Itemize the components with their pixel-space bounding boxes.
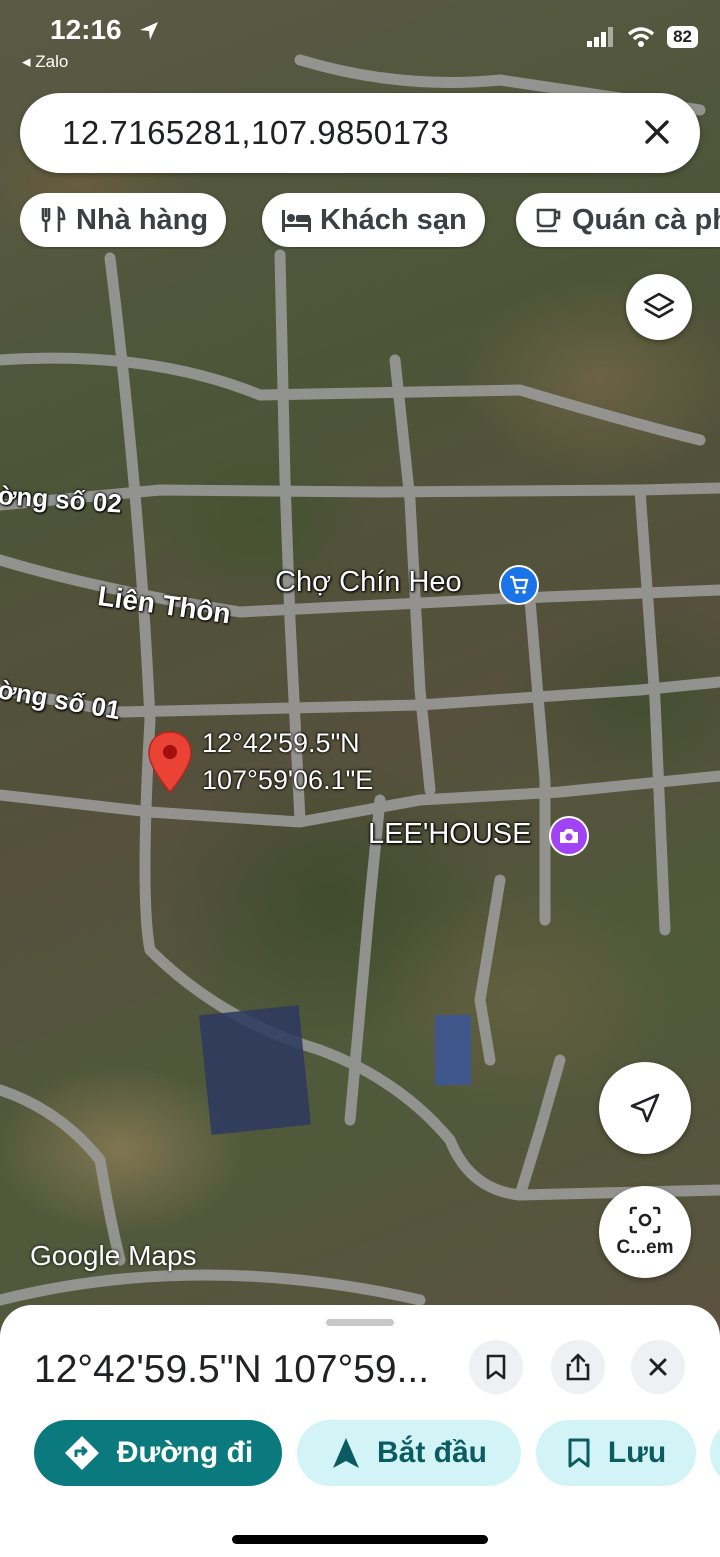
location-arrow-icon: [140, 22, 158, 40]
close-sheet-button[interactable]: [631, 1340, 685, 1394]
poi-label-market[interactable]: Chợ Chín Heo: [275, 566, 462, 599]
search-bar[interactable]: 12.7165281,107.9850173: [20, 93, 700, 173]
directions-button[interactable]: Đường đi: [34, 1420, 282, 1486]
start-label: Bắt đầu: [376, 1436, 487, 1469]
category-chips: Nhà hàng Khách sạn Quán cà phê: [20, 193, 720, 249]
restaurant-icon: [41, 205, 66, 232]
chip-restaurants[interactable]: Nhà hàng: [20, 193, 227, 247]
back-to-app-link[interactable]: ◂ Zalo: [22, 52, 68, 72]
search-query[interactable]: 12.7165281,107.9850173: [62, 114, 449, 152]
status-time: 12:16: [50, 14, 122, 45]
navigation-arrow-icon: [630, 1093, 660, 1123]
poi-marker-leehouse[interactable]: [549, 816, 589, 856]
share-button[interactable]: [551, 1340, 605, 1394]
layers-button[interactable]: [626, 274, 692, 340]
place-title: 12°42'59.5"N 107°59...: [34, 1348, 430, 1391]
camera-icon: [560, 829, 578, 843]
layers-icon: [643, 292, 675, 319]
more-actions-partial[interactable]: [710, 1420, 720, 1486]
save-icon-button[interactable]: [469, 1340, 523, 1394]
bookmark-icon: [568, 1438, 590, 1468]
shopping-cart-icon: [510, 575, 529, 594]
start-button[interactable]: Bắt đầu: [297, 1420, 521, 1486]
battery-level: 82: [667, 26, 698, 48]
close-icon: [649, 1358, 667, 1376]
close-icon[interactable]: [640, 115, 674, 149]
camera-search-icon: [629, 1206, 661, 1234]
pin-longitude: 107°59'06.1"E: [202, 765, 374, 795]
cafe-icon: [536, 208, 561, 233]
save-label: Lưu: [607, 1436, 667, 1469]
bookmark-icon: [486, 1354, 506, 1380]
lens-button[interactable]: C...em: [599, 1186, 691, 1278]
pin-latitude: 12°42'59.5"N: [202, 728, 360, 758]
poi-label-leehouse[interactable]: LEE'HOUSE: [368, 818, 531, 851]
my-location-button[interactable]: [599, 1062, 691, 1154]
wifi-icon: [627, 27, 655, 47]
chip-label: Quán cà phê: [572, 203, 720, 236]
chip-cafes[interactable]: Quán cà phê: [516, 193, 720, 247]
map-pin-icon[interactable]: [147, 730, 193, 794]
chip-label: Nhà hàng: [76, 203, 209, 236]
hotel-icon: [282, 210, 311, 232]
poi-marker-market[interactable]: [499, 565, 539, 605]
signal-icon: [587, 27, 614, 47]
save-button[interactable]: Lưu: [536, 1420, 696, 1486]
pin-coordinates-label: 12°42'59.5"N 107°59'06.1"E: [202, 725, 373, 799]
place-bottom-sheet[interactable]: 12°42'59.5"N 107°59... Đường đi Bắt đầu: [0, 1305, 720, 1557]
chip-hotels[interactable]: Khách sạn: [262, 193, 485, 247]
directions-icon: [64, 1436, 99, 1470]
lens-label: C...em: [616, 1237, 674, 1258]
status-bar: 12:16 ◂ Zalo 82: [0, 0, 720, 80]
google-maps-logo: Google Maps: [30, 1240, 197, 1271]
navigation-icon: [332, 1438, 359, 1468]
share-icon: [566, 1353, 590, 1381]
directions-label: Đường đi: [116, 1436, 254, 1469]
home-indicator: [232, 1535, 488, 1544]
drag-handle[interactable]: [326, 1319, 394, 1326]
chip-label: Khách sạn: [320, 203, 467, 236]
